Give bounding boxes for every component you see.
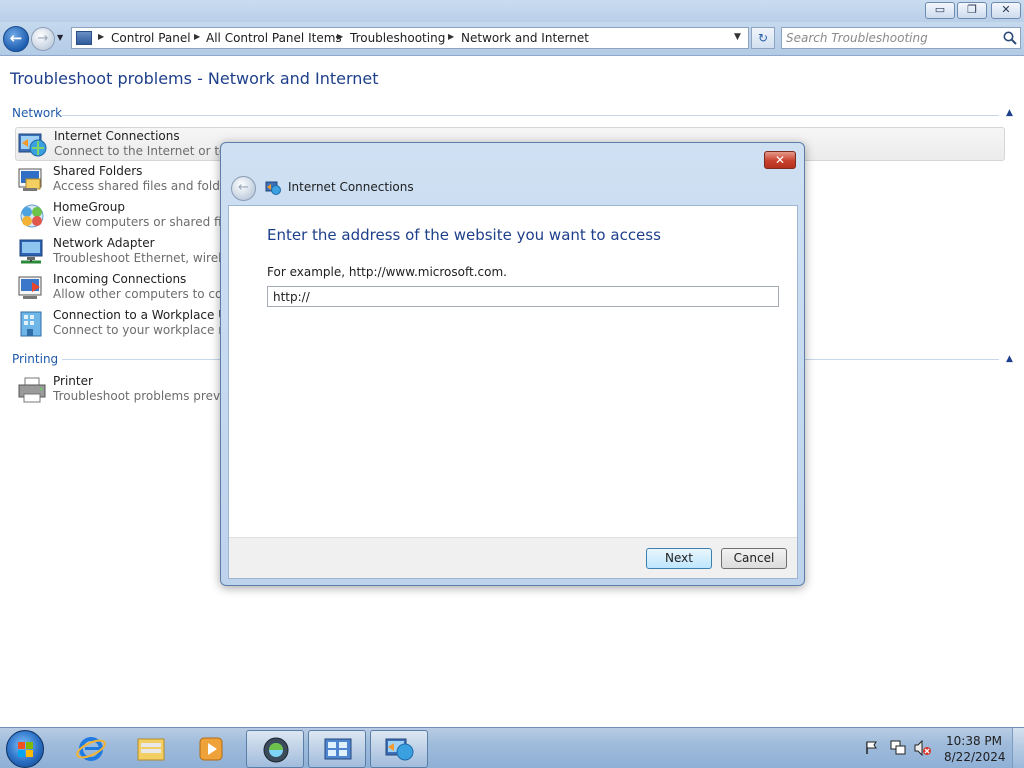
internet-connections-icon [385,738,414,761]
next-button[interactable]: Next [646,548,712,569]
minimize-button[interactable]: ▭ [925,2,955,19]
control-panel-icon [76,31,92,45]
navigation-bar: ← → ▼ ▶ Control Panel ▶ All Control Pane… [0,22,1024,56]
search-input[interactable] [786,30,996,46]
breadcrumb-control-panel[interactable]: Control Panel [111,31,191,45]
example-text: For example, http://www.microsoft.com. [267,265,507,279]
item-title[interactable]: Incoming Connections [53,272,186,286]
dialog-back-button[interactable]: ← [231,176,256,201]
taskbar-control-panel[interactable] [308,730,366,768]
start-button[interactable] [6,730,44,768]
maximize-button[interactable]: ❐ [957,2,987,19]
network-tray-icon[interactable] [890,740,906,756]
workplace-connection-icon [20,311,42,337]
item-title[interactable]: Printer [53,374,93,388]
item-title[interactable]: Network Adapter [53,236,155,250]
homegroup-icon [20,204,44,228]
taskbar-troubleshooter[interactable] [370,730,428,768]
item-description: Troubleshoot problems prevent [53,389,240,403]
internet-explorer-icon [76,737,106,761]
item-title[interactable]: Shared Folders [53,164,142,178]
breadcrumb-separator-icon[interactable]: ▶ [448,32,454,41]
shared-folders-icon [18,168,42,191]
show-desktop-button[interactable] [1012,728,1024,768]
internet-connections-dialog: ✕ ← Internet Connections Enter the addre… [220,142,805,586]
taskbar: 10:38 PM 8/22/2024 [0,727,1024,768]
search-icon[interactable] [1002,30,1018,46]
item-description: View computers or shared files i [53,215,246,229]
item-title[interactable]: Connection to a Workplace Usin [53,308,244,322]
printer-icon [18,377,46,403]
media-player-icon [199,737,223,761]
section-divider [62,115,999,116]
taskbar-internet-explorer[interactable] [62,730,120,768]
address-bar[interactable]: ▶ Control Panel ▶ All Control Panel Item… [71,27,749,49]
taskbar-media-player[interactable] [182,730,240,768]
close-button[interactable]: ✕ [991,2,1021,19]
breadcrumb-separator-icon[interactable]: ▶ [194,32,200,41]
breadcrumb-troubleshooting[interactable]: Troubleshooting [350,31,445,45]
breadcrumb-network-internet[interactable]: Network and Internet [461,31,589,45]
back-button[interactable]: ← [3,26,29,52]
volume-muted-icon[interactable] [914,740,932,756]
folder-icon [137,738,165,761]
recent-pages-dropdown[interactable]: ▼ [57,33,67,43]
dialog-body: Enter the address of the website you wan… [228,205,798,579]
section-header-network[interactable]: Network [12,106,62,120]
network-adapter-icon [19,239,43,264]
orb-icon [263,737,289,763]
dialog-close-button[interactable]: ✕ [764,151,796,169]
forward-button[interactable]: → [31,27,55,51]
control-panel-icon [324,738,352,760]
item-description: Connect to your workplace netw [53,323,248,337]
window-caption: ▭ ❐ ✕ [0,0,1024,22]
collapse-icon[interactable]: ▲ [1006,354,1013,364]
refresh-button[interactable]: ↻ [751,27,775,49]
internet-connections-icon [18,133,47,157]
taskbar-windows-explorer[interactable] [122,730,180,768]
item-title[interactable]: HomeGroup [53,200,125,214]
breadcrumb-separator-icon[interactable]: ▶ [337,32,343,41]
dialog-heading: Enter the address of the website you wan… [267,226,661,244]
action-center-flag-icon[interactable] [865,741,879,755]
dialog-footer: Next Cancel [229,537,797,578]
collapse-icon[interactable]: ▲ [1006,108,1013,118]
website-address-input[interactable] [267,286,779,307]
clock-time[interactable]: 10:38 PM [944,734,1004,748]
section-header-printing[interactable]: Printing [12,352,58,366]
breadcrumb-all-items[interactable]: All Control Panel Items [206,31,342,45]
dialog-title: Internet Connections [288,180,414,194]
address-dropdown-icon[interactable]: ▼ [734,32,741,42]
item-description: Allow other computers to comm [53,287,246,301]
windows-logo-icon [18,742,33,757]
taskbar-orb-app[interactable] [246,730,304,768]
item-description: Troubleshoot Ethernet, wireless, [53,251,246,265]
cancel-button[interactable]: Cancel [721,548,787,569]
breadcrumb-separator-icon[interactable]: ▶ [98,32,104,41]
clock-date[interactable]: 8/22/2024 [944,750,1006,764]
page-title: Troubleshoot problems - Network and Inte… [10,69,379,88]
search-box[interactable] [781,27,1021,49]
internet-connections-icon [265,181,281,195]
item-title[interactable]: Internet Connections [54,129,180,143]
incoming-connections-icon [18,276,42,299]
